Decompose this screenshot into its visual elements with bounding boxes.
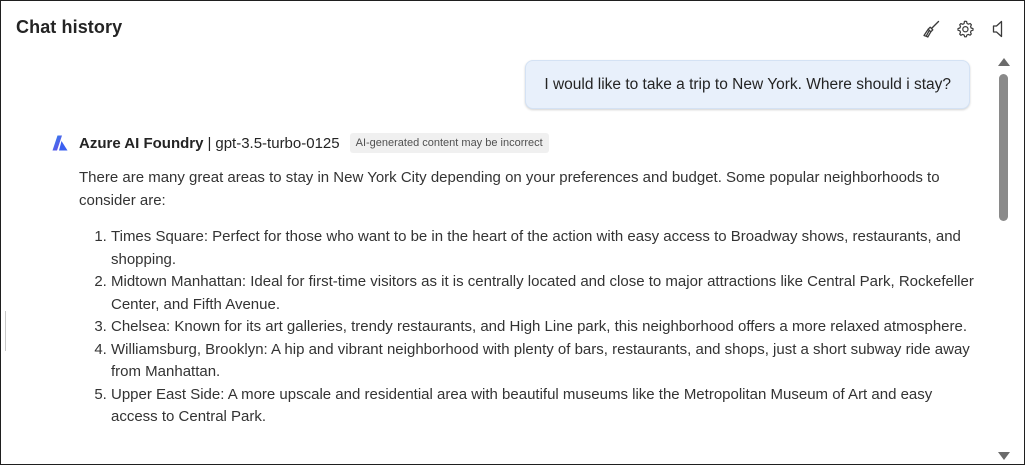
list-item: Williamsburg, Brooklyn: A hip and vibran…: [111, 339, 976, 384]
list-item: Midtown Manhattan: Ideal for first-time …: [111, 271, 976, 316]
speaker-icon: [992, 20, 1003, 38]
assistant-message-header: Azure AI Foundry | gpt-3.5-turbo-0125 AI…: [51, 131, 976, 155]
header-actions: [914, 17, 1016, 41]
ai-disclaimer-badge: AI-generated content may be incorrect: [349, 133, 549, 153]
user-message-bubble: I would like to take a trip to New York.…: [525, 60, 970, 109]
assistant-message: Azure AI Foundry | gpt-3.5-turbo-0125 AI…: [51, 131, 976, 429]
assistant-source-name: Azure AI Foundry: [79, 134, 204, 152]
gear-icon: [957, 20, 974, 38]
user-message-text: I would like to take a trip to New York.…: [544, 76, 951, 93]
scroll-down-arrow[interactable]: [998, 452, 1010, 460]
list-item: Upper East Side: A more upscale and resi…: [111, 384, 976, 429]
azure-ai-foundry-logo-icon: [52, 135, 68, 151]
broom-icon: [923, 20, 940, 38]
vertical-scrollbar[interactable]: [996, 54, 1010, 462]
source-separator: |: [207, 134, 212, 152]
settings-button[interactable]: [948, 17, 982, 41]
list-item: Chelsea: Known for its art galleries, tr…: [111, 316, 976, 339]
neighborhood-list: Times Square: Perfect for those who want…: [79, 226, 976, 429]
chat-history-panel: Chat history I would like to take a trip…: [0, 0, 1025, 465]
assistant-message-body: There are many great areas to stay in Ne…: [79, 167, 976, 429]
page-title: Chat history: [16, 17, 123, 37]
speaker-button[interactable]: [982, 17, 1016, 41]
assistant-intro-text: There are many great areas to stay in Ne…: [79, 169, 940, 209]
model-name: gpt-3.5-turbo-0125: [215, 134, 340, 152]
scroll-up-arrow[interactable]: [998, 58, 1010, 66]
panel-resize-handle[interactable]: [5, 311, 6, 351]
clear-chat-button[interactable]: [914, 17, 948, 41]
scrollbar-thumb[interactable]: [999, 74, 1008, 221]
list-item: Times Square: Perfect for those who want…: [111, 226, 976, 271]
